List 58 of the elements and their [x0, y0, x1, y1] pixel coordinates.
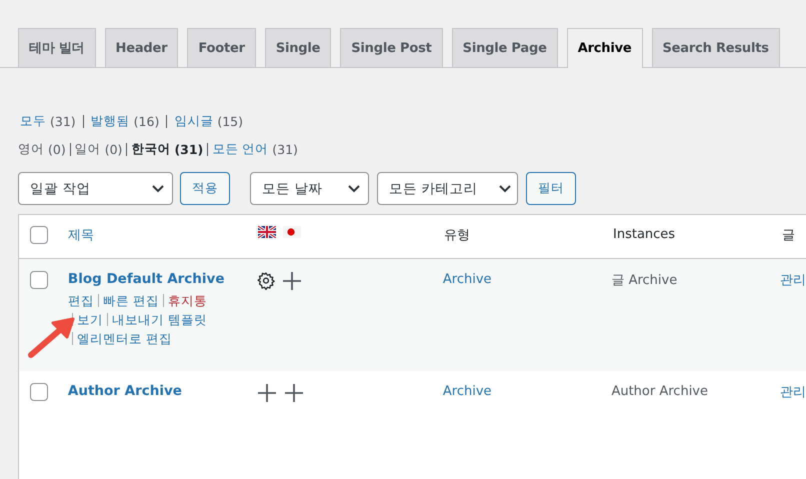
- tab[interactable]: Header: [104, 28, 178, 67]
- row-action-link[interactable]: 엘리멘터로 편집: [76, 329, 172, 348]
- action-button[interactable]: 적용: [180, 172, 230, 205]
- status-filter-link[interactable]: 발행됨: [90, 113, 130, 130]
- uk-flag-icon: [258, 226, 276, 238]
- language-filter-link[interactable]: 한국어: [131, 141, 170, 158]
- settings-icon[interactable]: [257, 272, 276, 290]
- pointer-arrow: [27, 317, 75, 359]
- count-label: (16): [134, 114, 160, 129]
- row-action-link[interactable]: 편집: [68, 291, 94, 310]
- table-cell: Author Archive: [611, 384, 708, 399]
- status-filter-link[interactable]: 임시글: [174, 113, 214, 130]
- template-title-link[interactable]: Author Archive: [68, 383, 182, 399]
- language-filter-link[interactable]: 일어: [74, 141, 101, 158]
- row-action-link[interactable]: 휴지통: [168, 291, 207, 310]
- template-title-link[interactable]: Blog Default Archive: [68, 271, 225, 287]
- tab[interactable]: Footer: [187, 28, 256, 67]
- table-cell[interactable]: Archive: [442, 384, 492, 399]
- chevron-down-icon: [499, 184, 511, 192]
- table-cell[interactable]: Archive: [442, 272, 492, 287]
- japan-flag-icon: [283, 226, 301, 238]
- plus-icon[interactable]: [257, 383, 278, 403]
- count-label: (31): [50, 114, 76, 129]
- tab[interactable]: Archive: [566, 28, 642, 68]
- dropdown[interactable]: 모든 카테고리: [377, 172, 518, 205]
- tab[interactable]: Search Results: [652, 28, 780, 67]
- plus-icon[interactable]: [284, 383, 304, 403]
- language-filter-link[interactable]: 모든 언어: [212, 141, 268, 158]
- chevron-down-icon: [152, 184, 164, 192]
- count-label: (31): [174, 142, 204, 157]
- tab[interactable]: Single Post: [340, 28, 443, 67]
- column-header[interactable]: 제목: [68, 228, 94, 243]
- checkbox[interactable]: [30, 271, 48, 289]
- table-cell[interactable]: 관리: [780, 385, 806, 400]
- tab[interactable]: 테마 빌더: [18, 28, 96, 67]
- status-filter-link[interactable]: 모두: [20, 113, 46, 130]
- language-filter-link[interactable]: 영어: [18, 141, 44, 158]
- action-button[interactable]: 필터: [526, 172, 576, 205]
- table-cell[interactable]: 관리: [780, 273, 806, 288]
- checkbox[interactable]: [30, 383, 48, 401]
- chevron-down-icon: [348, 184, 360, 192]
- row-action-link[interactable]: 내보내기 템플릿: [112, 310, 207, 329]
- checkbox[interactable]: [30, 226, 48, 244]
- column-header: 글: [782, 228, 795, 243]
- row-action-link[interactable]: 빠른 편집: [102, 291, 159, 310]
- plus-icon[interactable]: [282, 271, 302, 291]
- row-action-link[interactable]: 보기: [76, 310, 103, 329]
- dropdown[interactable]: 모든 날짜: [250, 172, 369, 205]
- dropdown[interactable]: 일괄 작업: [18, 172, 173, 205]
- count-label: (15): [217, 114, 244, 129]
- count-label: (0): [48, 142, 66, 157]
- count-label: (31): [272, 142, 298, 157]
- column-header: Instances: [613, 227, 676, 242]
- tab[interactable]: Single Page: [452, 28, 558, 67]
- tab[interactable]: Single: [264, 28, 332, 67]
- table-cell: 글 Archive: [611, 273, 678, 288]
- column-header: 유형: [444, 228, 470, 243]
- count-label: (0): [104, 142, 122, 157]
